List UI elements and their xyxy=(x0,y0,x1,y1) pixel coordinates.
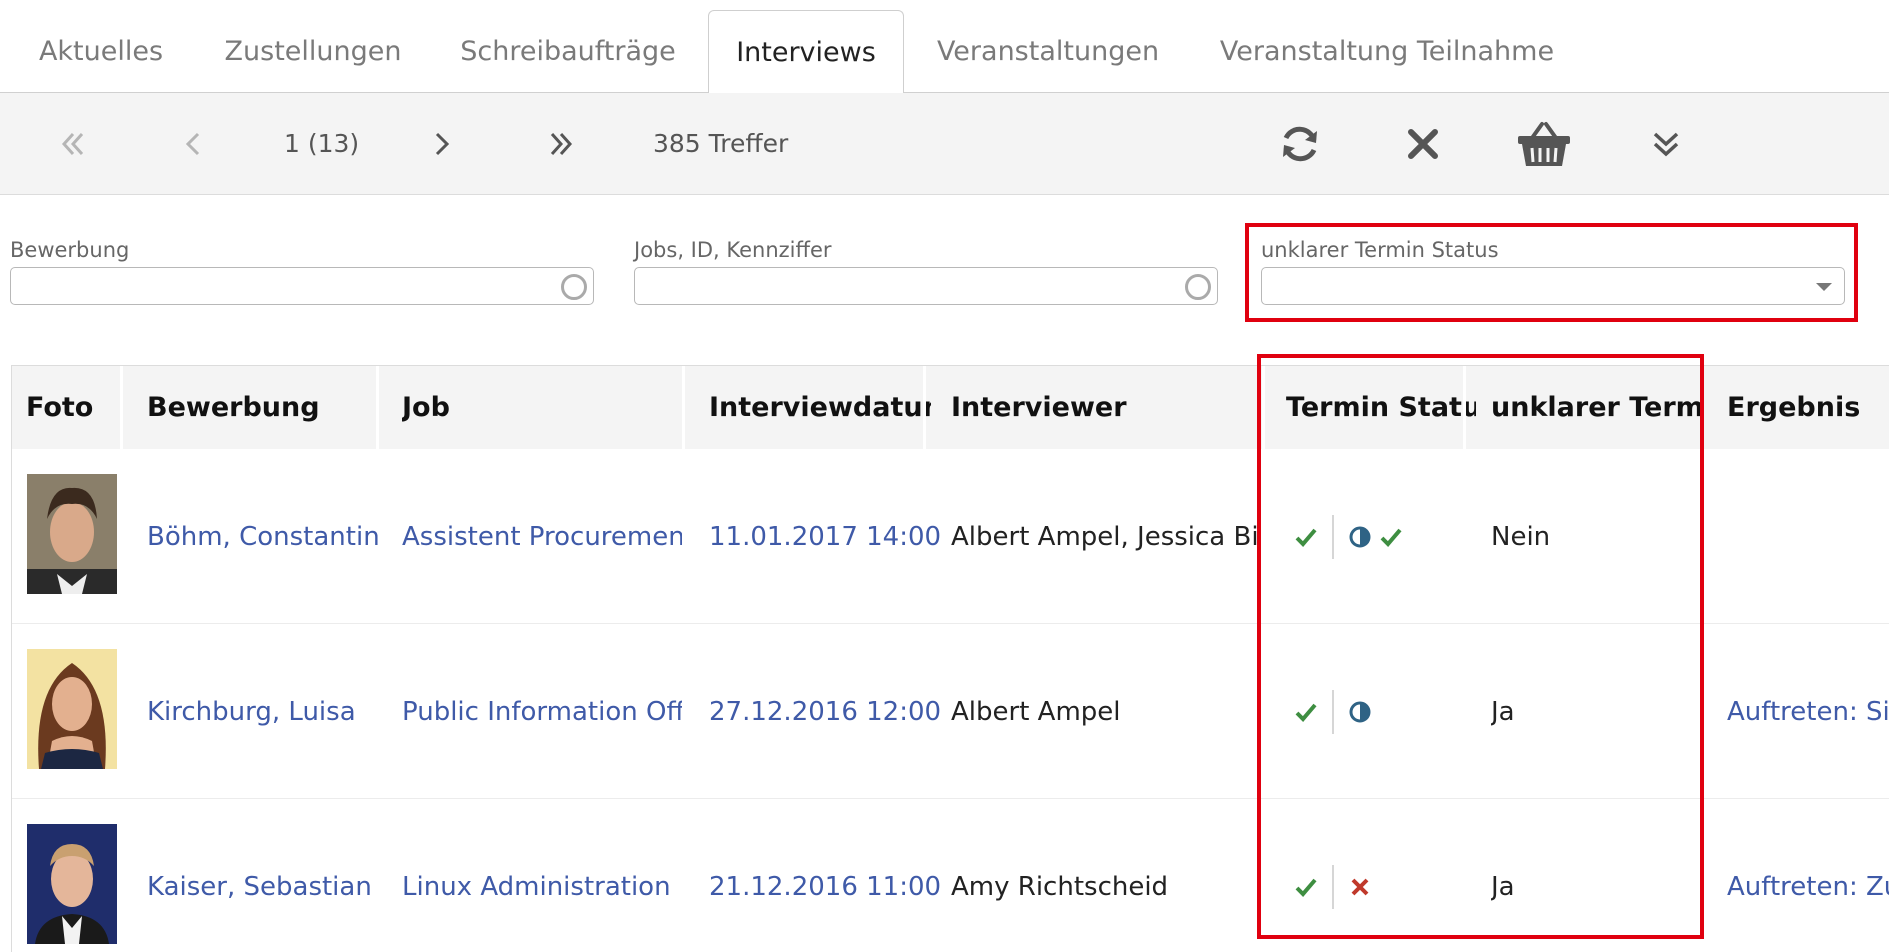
hit-count: 385 Treffer xyxy=(653,129,789,158)
header-foto[interactable]: Foto xyxy=(26,366,121,449)
last-page-icon xyxy=(550,132,573,155)
bewerbung-link[interactable]: Kaiser, Sebastian xyxy=(147,799,372,952)
header-interviewdatum[interactable]: Interviewdatum xyxy=(709,366,931,449)
tab-bar: Aktuelles Zustellungen Schreibaufträge I… xyxy=(0,0,1889,93)
half-circle-icon xyxy=(1349,701,1371,722)
termin-status xyxy=(1294,449,1404,624)
tab-veranstaltung-teilnahme[interactable]: Veranstaltung Teilnahme xyxy=(1192,10,1582,92)
header-divider xyxy=(376,366,379,449)
unklarer-termin-value: Ja xyxy=(1491,696,1515,727)
search-circle-icon xyxy=(1185,274,1211,300)
filter-termin-status-label: unklarer Termin Status xyxy=(1261,238,1499,262)
close-icon xyxy=(1408,128,1438,159)
refresh-button[interactable] xyxy=(1275,93,1325,194)
interview-date-link[interactable]: 11.01.2017 14:00 xyxy=(709,449,941,624)
ergebnis-link[interactable]: Auftreten: Zu xyxy=(1727,799,1889,952)
header-divider xyxy=(1700,366,1703,449)
header-divider xyxy=(682,366,685,449)
job-link[interactable]: Linux Administration xyxy=(402,799,682,952)
header-termin-status[interactable]: Termin Status xyxy=(1286,366,1476,449)
prev-page-icon xyxy=(185,132,200,155)
half-circle-icon xyxy=(1349,526,1371,547)
last-page-button[interactable] xyxy=(540,93,584,194)
search-circle-icon xyxy=(561,274,587,300)
filter-jobs-field[interactable] xyxy=(634,267,1218,305)
ergebnis-link[interactable] xyxy=(1727,449,1889,624)
unklarer-termin-value: Nein xyxy=(1491,521,1551,552)
filter-termin-status-select[interactable] xyxy=(1261,267,1845,305)
chevron-down-icon xyxy=(1816,283,1832,291)
status-divider xyxy=(1332,514,1334,559)
header-interviewer[interactable]: Interviewer xyxy=(951,366,1251,449)
interviewer-text: Albert Ampel, Jessica Biel xyxy=(951,521,1261,552)
avatar xyxy=(27,649,117,769)
header-unklarer-termin[interactable]: unklarer Termin xyxy=(1491,366,1701,449)
interviewer-text: Amy Richtscheid xyxy=(951,871,1169,902)
check-icon xyxy=(1295,528,1317,547)
expand-button[interactable] xyxy=(1645,93,1687,194)
filter-jobs-input[interactable] xyxy=(635,268,1187,302)
table-header: Foto Bewerbung Job Interviewdatum Interv… xyxy=(12,366,1889,449)
prev-page-button[interactable] xyxy=(175,93,211,194)
termin-status xyxy=(1294,799,1372,952)
interviewer-text: Albert Ampel xyxy=(951,696,1121,727)
termin-status xyxy=(1294,624,1372,799)
tab-veranstaltungen[interactable]: Veranstaltungen xyxy=(904,10,1192,92)
tab-interviews[interactable]: Interviews xyxy=(708,10,904,93)
check-icon xyxy=(1295,878,1317,897)
basket-button[interactable] xyxy=(1514,93,1574,194)
filter-bewerbung-input[interactable] xyxy=(11,268,563,302)
job-link[interactable]: Public Information Offi xyxy=(402,624,682,799)
bewerbung-link[interactable]: Kirchburg, Luisa xyxy=(147,624,356,799)
header-divider xyxy=(923,366,926,449)
toolbar: 1 (13) 385 Treffer xyxy=(0,93,1889,195)
tab-aktuelles[interactable]: Aktuelles xyxy=(0,10,202,92)
table-row[interactable]: Kirchburg, Luisa Public Information Offi… xyxy=(12,624,1889,799)
table-row[interactable]: Böhm, Constantin Assistent Procurement 1… xyxy=(12,449,1889,624)
next-page-icon xyxy=(435,132,450,155)
page-info: 1 (13) xyxy=(284,129,360,158)
unklarer-termin-value: Ja xyxy=(1491,871,1515,902)
avatar xyxy=(27,474,117,594)
status-divider xyxy=(1332,864,1334,909)
cross-icon xyxy=(1351,878,1369,895)
interview-date-link[interactable]: 21.12.2016 11:00 xyxy=(709,799,941,952)
interview-date-link[interactable]: 27.12.2016 12:00 xyxy=(709,624,941,799)
first-page-button[interactable] xyxy=(50,93,94,194)
tab-zustellungen[interactable]: Zustellungen xyxy=(202,10,424,92)
header-divider xyxy=(1463,366,1466,449)
job-link[interactable]: Assistent Procurement xyxy=(402,449,682,624)
check-icon xyxy=(1295,703,1317,722)
filter-bewerbung-label: Bewerbung xyxy=(10,238,130,262)
first-page-icon xyxy=(61,132,84,155)
header-ergebnis[interactable]: Ergebnis xyxy=(1727,366,1887,449)
avatar xyxy=(27,824,117,944)
status-divider xyxy=(1332,689,1334,734)
header-divider xyxy=(120,366,123,449)
interviews-table: Foto Bewerbung Job Interviewdatum Interv… xyxy=(11,365,1889,952)
basket-icon xyxy=(1518,121,1570,166)
clear-button[interactable] xyxy=(1398,93,1448,194)
expand-down-icon xyxy=(1653,132,1679,156)
ergebnis-link[interactable]: Auftreten: Sic xyxy=(1727,624,1889,799)
check-icon xyxy=(1380,528,1402,547)
header-job[interactable]: Job xyxy=(402,366,682,449)
table-row[interactable]: Kaiser, Sebastian Linux Administration 2… xyxy=(12,799,1889,952)
next-page-button[interactable] xyxy=(424,93,460,194)
header-bewerbung[interactable]: Bewerbung xyxy=(147,366,377,449)
filter-jobs-label: Jobs, ID, Kennziffer xyxy=(634,238,832,262)
filter-bewerbung-field[interactable] xyxy=(10,267,594,305)
header-divider xyxy=(1262,366,1265,449)
tab-schreibauftraege[interactable]: Schreibaufträge xyxy=(424,10,712,92)
refresh-icon xyxy=(1283,126,1317,161)
bewerbung-link[interactable]: Böhm, Constantin xyxy=(147,449,380,624)
